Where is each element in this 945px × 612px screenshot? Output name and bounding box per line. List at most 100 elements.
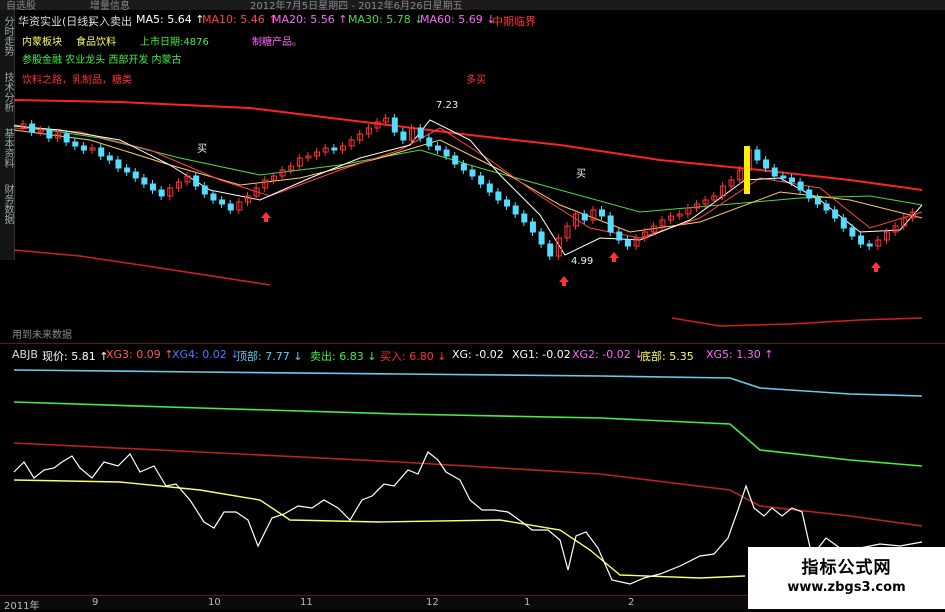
candle-body bbox=[460, 163, 467, 171]
sub-indicator-name: ABJB bbox=[12, 348, 38, 361]
candle-body bbox=[780, 175, 787, 179]
candle-body bbox=[521, 213, 528, 223]
candle-body bbox=[80, 145, 87, 151]
sell-line bbox=[13, 401, 923, 467]
candle-body bbox=[417, 127, 424, 139]
stock-title: 华资实业(日线) bbox=[18, 15, 93, 28]
x-tick: 2 bbox=[628, 597, 635, 608]
x-tick: 12 bbox=[426, 597, 439, 608]
top-line bbox=[13, 369, 923, 397]
sub-row-item: XG5: 1.30 ↑ bbox=[706, 348, 774, 361]
candle-body bbox=[124, 167, 131, 173]
buy-arrow-icon bbox=[261, 212, 271, 222]
ma-row-item: MA10: 5.46 ↑ bbox=[202, 13, 278, 26]
sub-row-item: 顶部: 7.77 ↓ bbox=[236, 350, 303, 363]
sub-row-item: XG: -0.02 bbox=[452, 348, 504, 361]
candle-body bbox=[72, 141, 79, 147]
candle-body bbox=[193, 175, 200, 187]
candle-body bbox=[624, 239, 631, 247]
ma30-line bbox=[13, 124, 923, 213]
signal-bar bbox=[744, 146, 750, 194]
candle-body bbox=[391, 117, 398, 133]
sub-row-item: 卖出: 6.83 ↓ bbox=[310, 350, 377, 363]
candle-body bbox=[452, 155, 459, 165]
candle-body bbox=[763, 159, 770, 169]
candle-body bbox=[219, 199, 226, 205]
candle-body bbox=[141, 177, 148, 185]
candle-body bbox=[400, 131, 407, 141]
site-watermark: 指标公式网 www.zbgs3.com bbox=[748, 547, 945, 609]
ma-row-item: MA60: 5.69 ↓ bbox=[420, 13, 496, 26]
candle-body bbox=[150, 183, 157, 191]
sugar-label: 制糖产品。 bbox=[252, 37, 302, 48]
buy-arrow-icon bbox=[559, 276, 569, 286]
candle-body bbox=[227, 203, 234, 211]
bottom-line bbox=[13, 479, 746, 579]
products-label: 饮料之路，乳制品，糖类 bbox=[22, 75, 132, 86]
buy-mark-1: 买 bbox=[197, 144, 207, 155]
candle-body bbox=[797, 181, 804, 191]
ma10-line bbox=[13, 127, 923, 239]
candlestick-chart[interactable] bbox=[0, 0, 945, 609]
candle-body bbox=[486, 183, 493, 193]
sub-row-item: 现价: 5.81 ↑ bbox=[42, 350, 109, 363]
food-label: 食品饮料 bbox=[76, 37, 116, 48]
candle-body bbox=[426, 137, 433, 147]
ma-row-item: MA20: 5.56 ↑ bbox=[272, 13, 348, 26]
sub-row-item: XG3: 0.09 ↑ bbox=[106, 348, 174, 361]
candle-body bbox=[529, 221, 536, 233]
channel-lower-left bbox=[13, 249, 271, 286]
candle-body bbox=[599, 209, 606, 217]
low-price-label: 4.99 bbox=[571, 256, 594, 267]
candle-body bbox=[443, 149, 450, 157]
candle-body bbox=[771, 167, 778, 177]
candle-body bbox=[849, 227, 856, 237]
watermark-title: 指标公式网 bbox=[801, 558, 892, 578]
candle-body bbox=[616, 231, 623, 241]
channel-lower-right bbox=[671, 317, 923, 327]
candle-body bbox=[538, 231, 545, 245]
candle-body bbox=[210, 193, 217, 201]
candle-body bbox=[98, 147, 105, 157]
buy-hint: 多买 bbox=[466, 75, 486, 86]
sub-row-item: XG1: -0.02 bbox=[512, 348, 571, 361]
candle-body bbox=[434, 145, 441, 151]
candle-body bbox=[63, 133, 70, 143]
candle-body bbox=[331, 147, 338, 151]
concepts-label: 参股金融 农业龙头 西部开发 内蒙古 bbox=[22, 55, 182, 66]
candle-body bbox=[754, 149, 761, 161]
candle-body bbox=[504, 199, 511, 207]
high-price-label: 7.23 bbox=[436, 100, 459, 111]
candle-body bbox=[806, 189, 813, 199]
candle-body bbox=[547, 243, 554, 257]
candle-body bbox=[858, 235, 865, 245]
candle-body bbox=[788, 177, 795, 183]
x-tick: 1 bbox=[524, 597, 531, 608]
buy-mark-2: 买 bbox=[576, 169, 586, 180]
x-tick: 9 bbox=[92, 597, 99, 608]
panel-divider bbox=[0, 343, 945, 344]
ma-row-item: MA5: 5.64 ↑ bbox=[136, 13, 205, 26]
x-tick: 11 bbox=[300, 597, 313, 608]
future-data-note: 用到未来数据 bbox=[12, 330, 72, 341]
listing-date: 上市日期:4876 bbox=[140, 37, 209, 48]
watermark-url: www.zbgs3.com bbox=[787, 580, 906, 595]
candle-body bbox=[832, 209, 839, 219]
candle-body bbox=[512, 205, 519, 215]
ma-row-item: MA30: 5.78 ↓ bbox=[348, 13, 424, 26]
sub-row-item: XG2: -0.02 ↓ bbox=[572, 348, 644, 361]
candle-body bbox=[823, 203, 830, 211]
candle-body bbox=[132, 171, 139, 179]
candle-body bbox=[607, 215, 614, 233]
sub-row-item: XG4: 0.02 ↓ bbox=[172, 348, 240, 361]
indicator-name: 买入卖出 bbox=[88, 15, 132, 28]
sub-row-item: 底部: 5.35 bbox=[640, 350, 694, 363]
candle-body bbox=[866, 243, 873, 247]
candle-body bbox=[495, 191, 502, 201]
candle-body bbox=[581, 213, 588, 221]
candle-body bbox=[106, 155, 113, 161]
candle-body bbox=[469, 169, 476, 177]
candle-body bbox=[46, 129, 53, 139]
candle-body bbox=[201, 185, 208, 195]
candle-body bbox=[115, 159, 122, 169]
